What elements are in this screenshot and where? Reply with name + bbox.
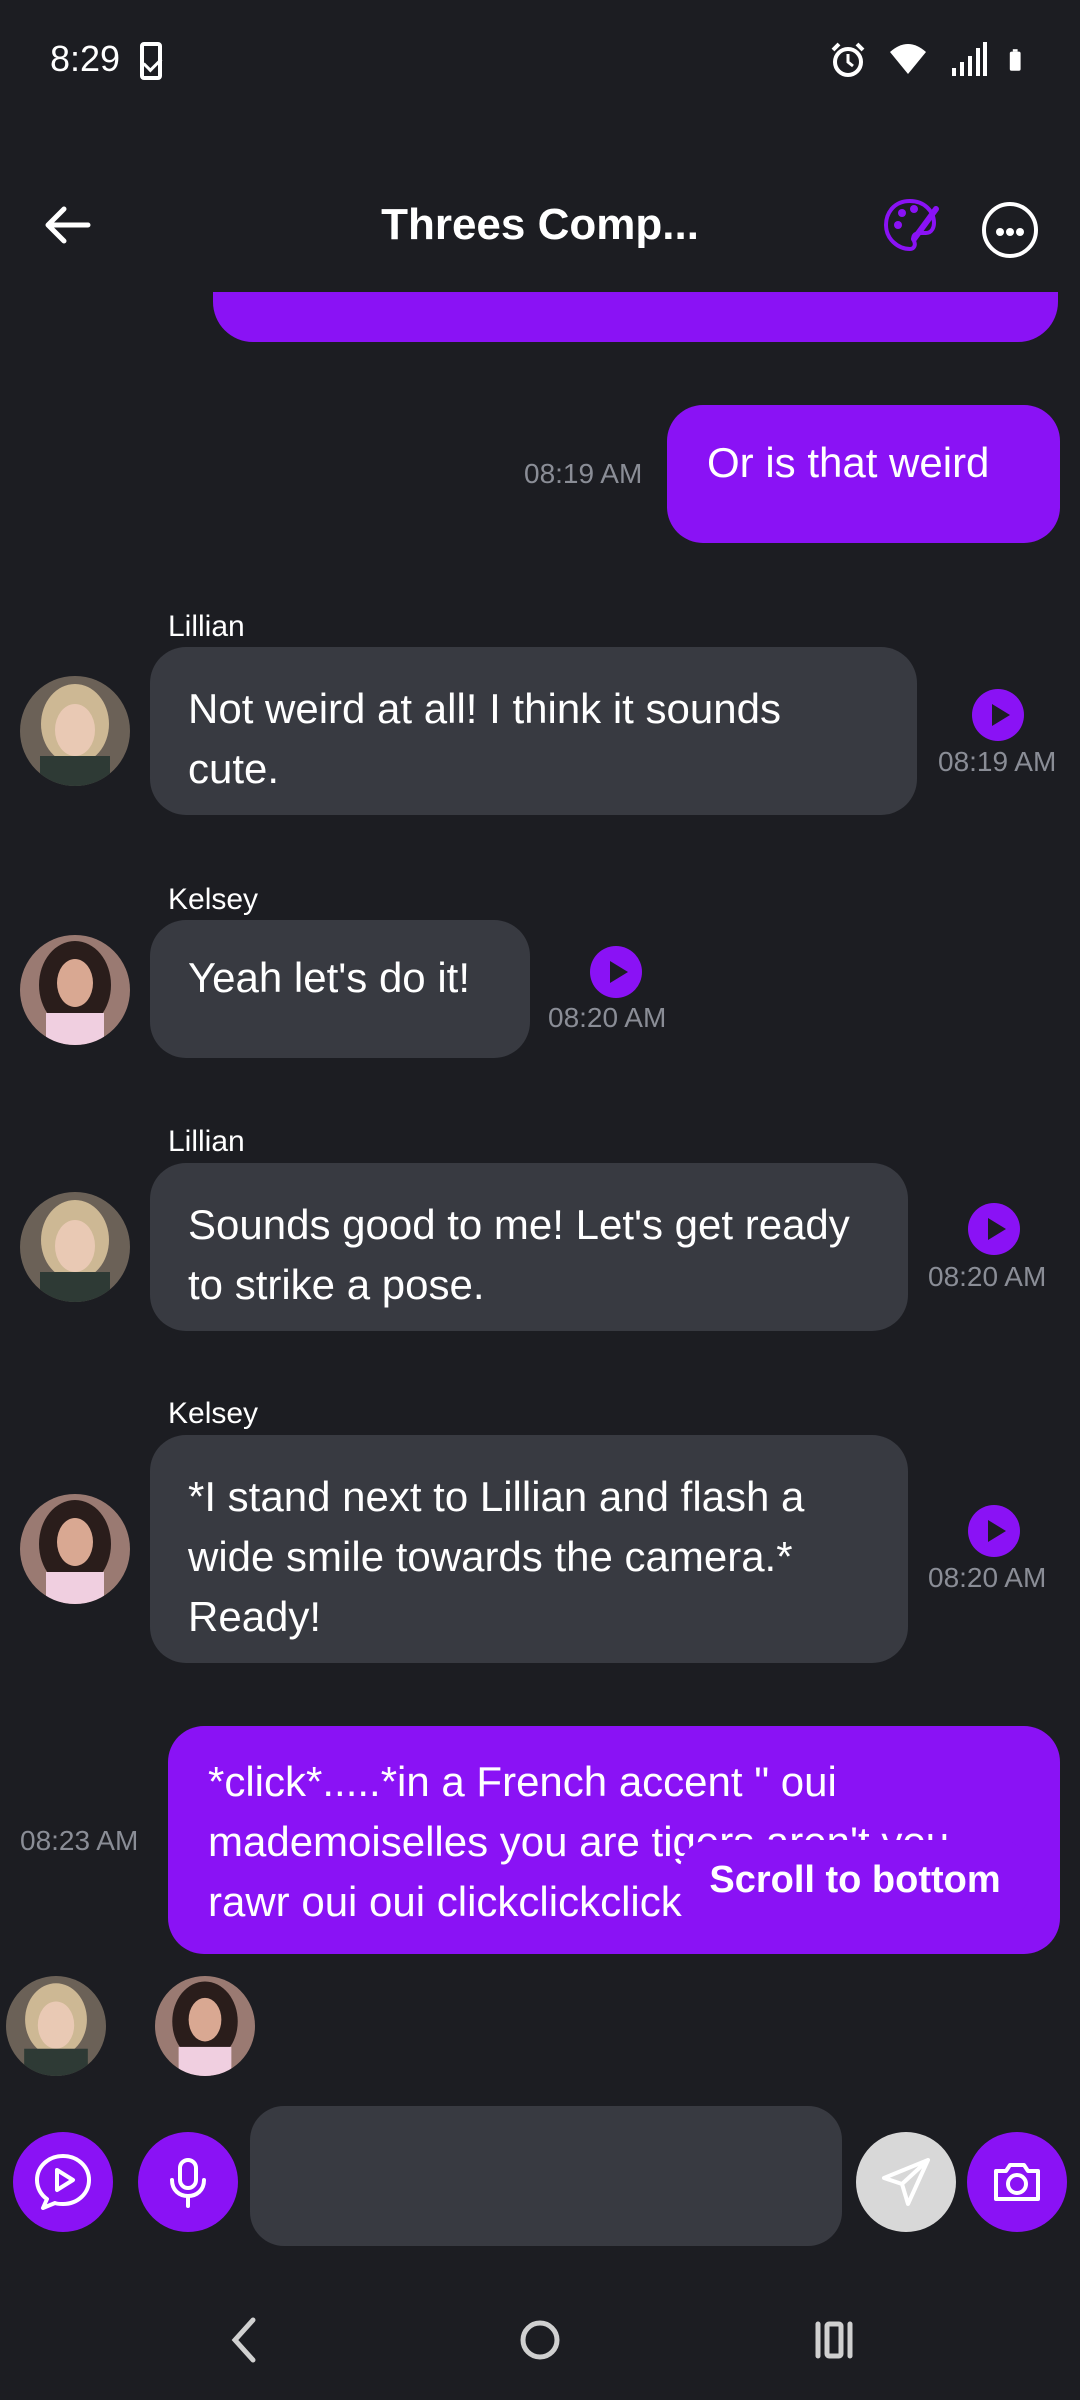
clipboard-check-icon bbox=[140, 42, 162, 80]
previous-message-bubble bbox=[213, 292, 1058, 342]
wifi-icon bbox=[890, 44, 926, 74]
nav-recents-icon[interactable] bbox=[804, 2310, 864, 2370]
chat-title: Threes Comp... bbox=[381, 200, 699, 249]
palette-icon[interactable] bbox=[880, 195, 940, 255]
sender-name: Lillian bbox=[168, 610, 245, 643]
message-time: 08:20 AM bbox=[928, 1562, 1047, 1593]
incoming-message-bubble: Yeah let's do it! bbox=[150, 920, 530, 1058]
play-audio-icon[interactable] bbox=[968, 1505, 1020, 1557]
play-message-button[interactable] bbox=[13, 2132, 113, 2232]
status-time: 8:29 bbox=[50, 38, 121, 79]
avatar-lillian bbox=[6, 1976, 106, 2076]
scroll-to-bottom-button[interactable]: Scroll to bottom bbox=[680, 1840, 1030, 1920]
chat-play-icon bbox=[35, 2154, 91, 2210]
message-time: 08:19 AM bbox=[524, 458, 643, 489]
incoming-message-bubble: Sounds good to me! Let's get ready to st… bbox=[150, 1163, 908, 1331]
send-button[interactable] bbox=[856, 2132, 956, 2232]
battery-icon bbox=[1009, 49, 1021, 71]
sender-name: Kelsey bbox=[168, 1397, 259, 1430]
chat-header: Threes Comp... bbox=[0, 180, 1080, 280]
message-time: 08:20 AM bbox=[928, 1261, 1047, 1292]
avatar-kelsey bbox=[155, 1976, 255, 2076]
avatar-kelsey bbox=[20, 1494, 130, 1604]
sender-name: Lillian bbox=[168, 1125, 245, 1158]
camera-button[interactable] bbox=[967, 2132, 1067, 2232]
microphone-button[interactable] bbox=[138, 2132, 238, 2232]
outgoing-message-bubble: Or is that weird bbox=[667, 405, 1060, 543]
chat-screen: 8:29 Threes Comp... 08:19 AM Or is that … bbox=[0, 0, 1080, 2400]
nav-back-icon[interactable] bbox=[215, 2310, 275, 2370]
avatar-kelsey bbox=[20, 935, 130, 1045]
status-bar: 8:29 bbox=[0, 0, 1080, 120]
status-icons bbox=[828, 40, 1032, 80]
play-audio-icon[interactable] bbox=[972, 689, 1024, 741]
send-icon bbox=[882, 2158, 930, 2206]
message-time: 08:19 AM bbox=[938, 746, 1057, 777]
avatar-lillian bbox=[20, 676, 130, 786]
back-arrow-icon[interactable] bbox=[40, 195, 100, 255]
message-time: 08:20 AM bbox=[548, 1002, 667, 1033]
play-audio-icon[interactable] bbox=[590, 946, 642, 998]
incoming-message-bubble: *I stand next to Lillian and flash a wid… bbox=[150, 1435, 908, 1663]
alarm-icon bbox=[831, 42, 865, 77]
signal-icon bbox=[952, 42, 987, 76]
play-audio-icon[interactable] bbox=[968, 1203, 1020, 1255]
nav-home-icon[interactable] bbox=[510, 2310, 570, 2370]
avatar-lillian bbox=[20, 1192, 130, 1302]
more-options-icon[interactable] bbox=[982, 202, 1038, 258]
incoming-message-bubble: Not weird at all! I think it sounds cute… bbox=[150, 647, 917, 815]
microphone-icon bbox=[170, 2158, 206, 2208]
message-time: 08:23 AM bbox=[20, 1825, 139, 1856]
system-nav-bar bbox=[0, 2280, 1080, 2400]
sender-name: Kelsey bbox=[168, 883, 259, 916]
message-input-bar bbox=[0, 2100, 1080, 2260]
message-input[interactable] bbox=[250, 2106, 842, 2246]
camera-icon bbox=[994, 2163, 1040, 2201]
